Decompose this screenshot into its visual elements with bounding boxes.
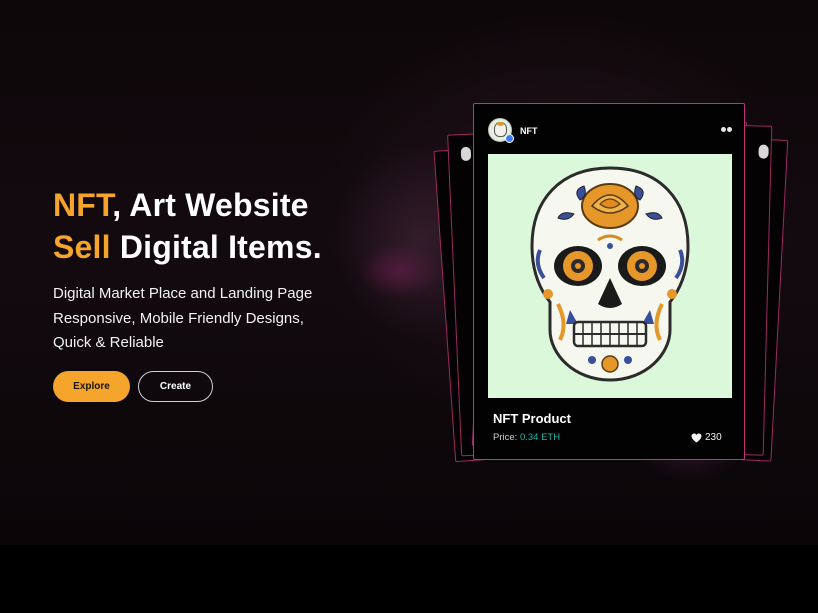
hero-subtitle-line: Digital Market Place and Landing Page [53, 285, 313, 302]
price-value: 0.34 ETH [519, 432, 561, 443]
stacked-card-avatar [460, 146, 472, 162]
hero-title-rest-2: Digital Items. [110, 229, 322, 265]
more-dots-icon[interactable] [721, 127, 733, 133]
hero-title-line-2: Sell Digital Items. [53, 226, 322, 268]
footer-band [0, 545, 818, 613]
hero-subtitle: Digital Market Place and Landing Page Re… [53, 282, 373, 356]
create-button[interactable]: Create [138, 371, 213, 402]
creator-name[interactable]: NFT [520, 126, 538, 136]
avatar-rose-shape [497, 122, 504, 126]
price-row: Price: 0.34 ETH [493, 432, 560, 443]
likes[interactable]: 230 [691, 432, 722, 443]
product-name[interactable]: NFT Product [493, 411, 571, 426]
verified-badge-icon [505, 134, 514, 143]
likes-count: 230 [705, 432, 722, 443]
hero-title-line-1: NFT, Art Website [53, 184, 322, 226]
sugar-skull-artwork[interactable] [488, 154, 732, 398]
nft-card[interactable]: NFT NFT Product Price: 0.34 ETH 230 [473, 103, 745, 460]
heart-icon[interactable] [691, 432, 702, 443]
stacked-card-dot [758, 144, 769, 159]
hero-subtitle-line: Responsive, Mobile Friendly Designs, [53, 309, 304, 327]
price-label: Price: [493, 432, 518, 443]
hero-title-accent-nft: NFT [53, 187, 113, 223]
hero-subtitle-line: Quick & Reliable [53, 334, 164, 351]
hero-title-rest-1: , Art Website [112, 187, 309, 223]
explore-button[interactable]: Explore [53, 371, 130, 402]
hero-title: NFT, Art Website Sell Digital Items. [53, 184, 322, 268]
hero-title-accent-sell: Sell [53, 229, 111, 265]
